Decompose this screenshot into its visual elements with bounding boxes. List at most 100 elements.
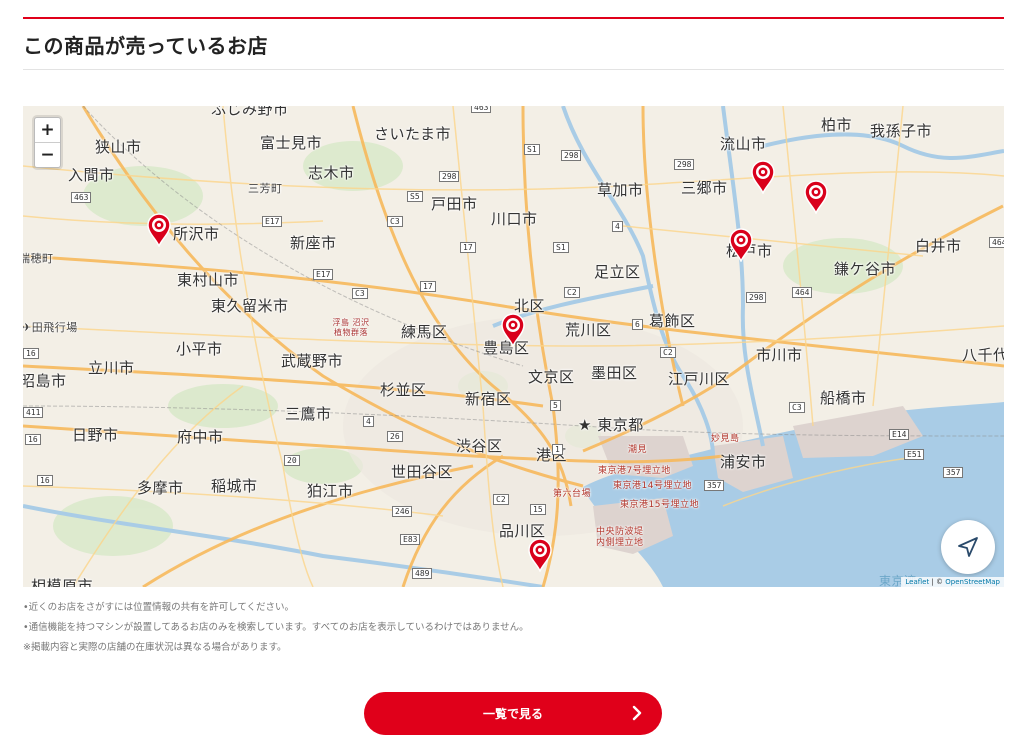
map-label-abiko: 我孫子市 [870,122,933,140]
map-label-setagaya: 世田谷区 [391,463,454,481]
map-label-mitaka: 三鷹市 [285,405,332,423]
note-stock-disclaimer: ※掲載内容と実際の店舗の在庫状況は異なる場合があります。 [23,642,287,653]
route-shield: 17 [420,281,436,292]
route-shield: C2 [493,494,509,505]
map-label-funabashi: 船橋市 [820,389,867,407]
route-shield: C3 [352,288,368,299]
map-label-park: 浮島 沼沢 植物群落 [332,318,370,337]
route-shield: 464 [792,287,813,298]
map-label-shibuya: 渋谷区 [456,437,503,455]
osm-link[interactable]: OpenStreetMap [945,578,1000,586]
store-pin-icon[interactable] [728,228,754,262]
route-shield: 463 [71,192,92,203]
note-location-permission: •近くのお店をさがすには位置情報の共有を許可してください。 [23,602,295,613]
map-label-arakawa: 荒川区 [565,321,612,339]
map-label-musashino: 武蔵野市 [281,352,344,370]
map-label-hino: 日野市 [72,426,119,444]
route-shield: 4 [363,416,374,427]
route-shield: 15 [530,504,546,515]
store-pin-icon[interactable] [500,313,526,347]
route-shield: C2 [660,347,676,358]
store-pin-icon[interactable] [527,538,553,572]
map-label-fujimi: 富士見市 [260,134,323,152]
map-label-port-6: 第六台場 [553,489,592,499]
route-shield: 26 [387,431,403,442]
map-label-sumida: 墨田区 [591,364,638,382]
route-shield: 246 [392,506,413,517]
route-shield: 1 [552,444,563,455]
map-label-adachi: 足立区 [594,263,641,281]
map-label-port-chuo: 中央防波堤 内側埋立地 [596,527,644,548]
map-label-tokyo-to: ★ 東京都 [578,416,644,434]
route-shield: 16 [37,475,53,486]
route-shield: S1 [553,242,569,253]
route-shield: 298 [439,171,460,182]
section-title: この商品が売っているお店 [23,34,268,58]
map-label-kodaira: 小平市 [176,340,223,358]
route-shield: 16 [23,348,39,359]
map-label-soka: 草加市 [597,181,644,199]
route-shield: C3 [387,216,403,227]
map-label-inagi: 稲城市 [211,477,258,495]
map-label-myoken: 妙見島 [711,434,740,444]
route-shield: E17 [313,269,334,280]
map-label-kamagaya: 鎌ケ谷市 [834,260,897,278]
route-shield: S1 [524,144,540,155]
map-label-ichikawa: 市川市 [756,346,803,364]
route-shield: 6 [632,319,643,330]
map-label-katsushika: 葛飾区 [649,312,696,330]
map-label-toda: 戸田市 [431,195,478,213]
note-connected-machines: •通信機能を持つマシンが設置してあるお店のみを検索しています。すべてのお店を表示… [23,622,529,633]
map-label-iruma: 入間市 [68,166,115,184]
map-label-misato: 三郷市 [681,179,728,197]
zoom-in-button[interactable]: + [35,118,60,142]
map-label-shinjuku: 新宿区 [465,390,512,408]
map-notes: •近くのお店をさがすには位置情報の共有を許可してください。 •通信機能を持つマシ… [23,598,529,658]
map-label-kashiwa: 柏市 [821,116,853,134]
map-label-tachikawa: 立川市 [88,359,135,377]
store-pin-icon[interactable] [146,213,172,247]
store-pin-icon[interactable] [803,180,829,214]
route-shield: 4 [612,221,623,232]
store-pin-icon[interactable] [750,160,776,194]
map-label-edogawa: 江戸川区 [668,370,731,388]
map-label-airfield-text: 田飛行場 [31,321,78,334]
view-list-button[interactable]: 一覧で見る [364,692,662,735]
map-label-sayama: 狭山市 [95,138,142,156]
map-label-tama: 多摩市 [137,479,184,497]
route-shield: 489 [412,568,433,579]
route-shield: 298 [674,159,695,170]
route-shield: C2 [564,287,580,298]
locate-me-button[interactable] [941,520,995,574]
map-label-saitama: さいたま市 [374,125,452,143]
leaflet-link[interactable]: Leaflet [905,578,929,586]
map-label-akishima: 昭島市 [23,372,67,390]
map-label-kawaguchi: 川口市 [491,210,538,228]
map-label-sagamihara: 相模原市 [31,577,94,587]
locate-arrow-icon [958,537,978,557]
map-label-niiza: 新座市 [290,234,337,252]
route-shield: 16 [25,434,41,445]
map-label-tokyo-to-text: 東京都 [597,416,644,434]
map-label-bunkyo: 文京区 [528,368,575,386]
route-shield: 17 [460,242,476,253]
map-label-mizuho: 瑞穂町 [23,252,54,265]
route-shield: S5 [407,191,423,202]
section-divider [23,69,1004,70]
route-shield: 20 [284,455,300,466]
map-label-suginami: 杉並区 [380,381,427,399]
route-shield: 357 [943,467,964,478]
route-shield: C3 [789,402,805,413]
chevron-right-icon [632,705,642,721]
zoom-out-button[interactable]: − [35,142,60,167]
route-shield: 464 [989,237,1004,248]
map-label-fuchu: 府中市 [177,428,224,446]
map-label-urayasu: 浦安市 [720,453,767,471]
route-shield: 298 [561,150,582,161]
map-label-port-7: 東京港7号埋立地 [598,466,671,476]
store-map[interactable]: ふじみ野市 狭山市 富士見市 さいたま市 流山市 柏市 我孫子市 入間市 三芳町… [23,106,1004,587]
map-label-airfield: ✈田飛行場 [23,321,78,334]
route-shield: 5 [550,400,561,411]
zoom-control: + − [34,117,61,168]
route-shield: E51 [904,449,925,460]
